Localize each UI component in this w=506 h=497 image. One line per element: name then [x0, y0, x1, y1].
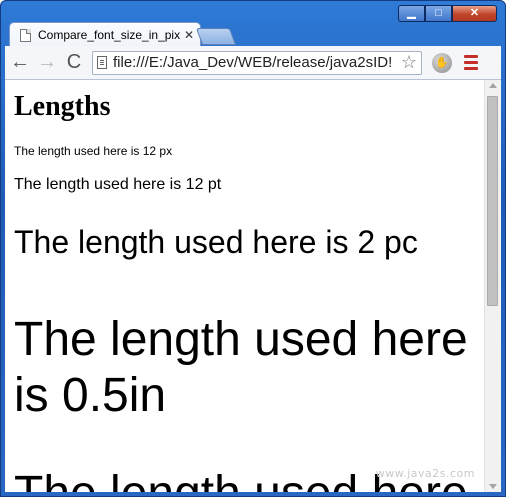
page-viewport: Lengths The length used here is 12 px Th…	[5, 80, 501, 492]
page-heading: Lengths	[14, 91, 111, 122]
tab-active[interactable]: Compare_font_size_in_pixe ✕	[9, 22, 201, 47]
forward-arrow-icon: →	[37, 51, 57, 73]
watermark: www.java2s.com	[375, 467, 475, 480]
page-icon	[97, 56, 107, 69]
minimize-icon: ▁	[407, 7, 416, 19]
length-line-2pc: The length used here is 2 pc	[14, 224, 418, 260]
tab-title: Compare_font_size_in_pixe	[38, 28, 180, 42]
close-icon: ✕	[469, 7, 480, 19]
menu-bar	[464, 67, 478, 70]
address-bar[interactable]: file:///E:/Java_Dev/WEB/release/java2sID…	[92, 50, 422, 75]
window-caption-buttons: ▁ □ ✕	[398, 5, 497, 22]
reload-button[interactable]: C	[62, 51, 86, 75]
menu-bar	[464, 55, 478, 58]
maximize-icon: □	[435, 7, 442, 19]
length-line-12pt: The length used here is 12 pt	[14, 176, 222, 193]
length-line-12px: The length used here is 12 px	[14, 144, 173, 158]
vertical-scrollbar[interactable]	[484, 80, 501, 492]
close-window-button[interactable]: ✕	[452, 5, 497, 22]
page-icon	[20, 28, 31, 42]
browser-window: ▁ □ ✕ Compare_font_size_in_pixe ✕ ← → C …	[0, 0, 506, 497]
forward-button[interactable]: →	[35, 51, 59, 75]
scrollbar-thumb[interactable]	[487, 96, 498, 306]
menu-bar	[464, 61, 478, 64]
tab-strip: Compare_font_size_in_pixe ✕	[9, 19, 237, 47]
hand-icon: ✋	[435, 57, 449, 69]
tab-close-icon[interactable]: ✕	[184, 28, 194, 42]
browser-toolbar: ← → C file:///E:/Java_Dev/WEB/release/ja…	[5, 46, 501, 80]
maximize-button[interactable]: □	[425, 5, 452, 22]
back-button[interactable]: ←	[8, 51, 32, 75]
bookmark-star-icon[interactable]: ☆	[401, 52, 417, 73]
url-text: file:///E:/Java_Dev/WEB/release/java2sID…	[113, 54, 393, 71]
reload-icon: C	[66, 51, 82, 73]
minimize-button[interactable]: ▁	[398, 5, 425, 22]
hamburger-menu-icon[interactable]	[464, 55, 478, 70]
scroll-up-arrow-icon[interactable]	[489, 83, 497, 88]
back-arrow-icon: ←	[10, 51, 30, 73]
new-tab-button[interactable]	[195, 28, 237, 45]
scroll-down-arrow-icon[interactable]	[489, 484, 497, 489]
length-line-half-inch: The length used here is 0.5in	[14, 313, 468, 422]
extension-icon[interactable]: ✋	[432, 52, 452, 73]
